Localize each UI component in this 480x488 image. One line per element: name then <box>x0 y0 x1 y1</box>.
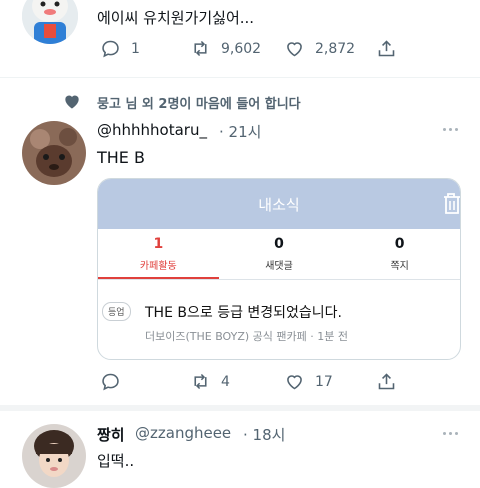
retweet-button[interactable]: 4 <box>190 371 230 392</box>
retweet-icon <box>194 40 207 57</box>
card-header: 내소식 <box>98 179 460 229</box>
trash-icon <box>444 193 460 214</box>
stat-label: 쪽지 <box>390 261 409 272</box>
attached-image-card[interactable]: 내소식 1 카페활동 0 새댓글 0 쪽지 등업 THE B으로 등급 변경되었… <box>97 178 461 360</box>
stat-label: 카페활동 <box>139 261 177 272</box>
tweet-divider <box>0 405 480 411</box>
avatar[interactable] <box>22 424 86 488</box>
share-button[interactable] <box>376 371 397 392</box>
tweet-divider <box>0 77 480 78</box>
retweet-count: 9,602 <box>221 40 262 57</box>
card-stats: 1 카페활동 0 새댓글 0 쪽지 <box>98 229 460 279</box>
stat-messages[interactable]: 0 쪽지 <box>339 229 460 279</box>
like-count: 2,872 <box>315 40 356 57</box>
tweet-author-handle[interactable]: @zzangheee <box>135 424 231 442</box>
tweet-text: 에이씨 유치원가기싫어... <box>97 9 255 27</box>
share-button[interactable] <box>376 38 397 59</box>
heart-icon <box>287 375 302 390</box>
retweet-button[interactable]: 9,602 <box>190 38 261 59</box>
notification-item[interactable]: 등업 THE B으로 등급 변경되었습니다. 더보이즈(THE BOYZ) 공식… <box>98 280 460 358</box>
stat-cafe-activity[interactable]: 1 카페활동 <box>98 229 219 279</box>
heart-filled-icon <box>65 95 79 109</box>
reply-count: 1 <box>131 40 140 57</box>
tweet-timestamp[interactable]: · 21시 <box>219 121 261 142</box>
tweet-text: 입떡.. <box>97 452 135 470</box>
tweet-timestamp[interactable]: · 18시 <box>243 424 285 445</box>
retweet-icon <box>194 373 207 390</box>
grade-badge: 등업 <box>102 302 131 321</box>
notification-source: 더보이즈(THE BOYZ) 공식 팬카페 · 1분 전 <box>145 330 348 343</box>
avatar[interactable] <box>22 121 86 185</box>
retweet-count: 4 <box>221 373 230 390</box>
notification-message: THE B으로 등급 변경되었습니다. <box>145 305 343 321</box>
avatar[interactable] <box>22 0 78 44</box>
heart-icon <box>287 42 302 57</box>
stat-value: 1 <box>153 236 164 252</box>
stat-label: 새댓글 <box>265 261 293 272</box>
stat-value: 0 <box>274 236 284 252</box>
tweet-author-name[interactable]: 짱히 <box>97 424 125 445</box>
stat-value: 0 <box>394 236 405 252</box>
stat-new-comments[interactable]: 0 새댓글 <box>219 229 340 279</box>
tweet-author-handle[interactable]: @hhhhhotaru_ <box>97 121 207 139</box>
reply-button[interactable]: 1 <box>100 38 140 59</box>
more-options-icon[interactable] <box>443 432 458 435</box>
reply-button[interactable] <box>100 371 121 392</box>
reply-icon <box>102 40 119 58</box>
share-icon <box>378 40 395 57</box>
like-button[interactable]: 2,872 <box>284 38 355 59</box>
tweet-text: THE B <box>97 148 145 167</box>
reply-icon <box>102 373 119 391</box>
share-icon <box>378 373 395 390</box>
like-button[interactable]: 17 <box>284 371 333 392</box>
card-header-title: 내소식 <box>258 195 300 214</box>
like-count: 17 <box>315 373 333 390</box>
social-context[interactable]: 뭉고 님 외 2명이 마음에 들어 합니다 <box>97 93 301 112</box>
more-options-icon[interactable] <box>443 128 458 131</box>
